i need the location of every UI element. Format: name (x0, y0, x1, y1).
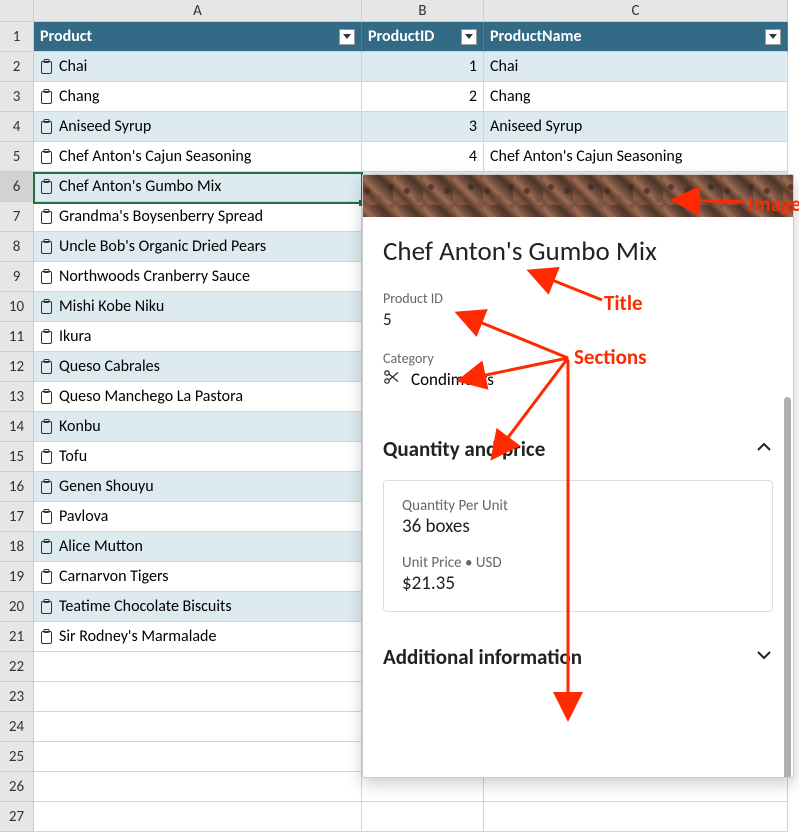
annotation-image-label: Image (748, 191, 799, 217)
annotation-title-label: Title (604, 290, 643, 316)
annotation-sections-label: Sections (574, 344, 647, 370)
annotation-arrows (0, 0, 799, 826)
